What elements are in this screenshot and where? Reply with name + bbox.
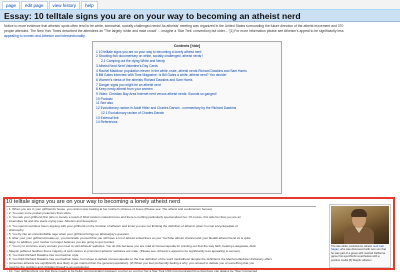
intro-paragraph: Notice to more evidence that atheists' s… bbox=[4, 24, 396, 39]
toc-title[interactable]: Contents [hide] bbox=[96, 44, 278, 49]
tab-view-history[interactable]: view history bbox=[48, 1, 81, 9]
tab-help[interactable]: help bbox=[81, 1, 98, 9]
page-title: Essay: 10 telltale signs you are on your… bbox=[4, 11, 301, 21]
toc-list: 1 10 telltale signs you are on your way … bbox=[96, 50, 278, 125]
image-caption: The late white, evolutionist, atheist ne… bbox=[331, 245, 389, 262]
caption-rest: , who was discovered with own son that h… bbox=[331, 248, 386, 262]
sagan-thumbnail: The late white, evolutionist, atheist ne… bbox=[329, 204, 391, 268]
signs-list: 1. When you are in your girlfriend's hou… bbox=[7, 207, 321, 272]
sagan-photo[interactable] bbox=[331, 206, 389, 244]
tab-edit-page[interactable]: edit page bbox=[21, 1, 48, 9]
section-heading: 10 telltale signs you are on your way to… bbox=[6, 199, 316, 207]
tab-page[interactable]: page bbox=[2, 1, 21, 9]
title-bar: Essay: 10 telltale signs you are on your… bbox=[0, 10, 400, 22]
page-tabs: page edit page view history help bbox=[0, 0, 400, 10]
intro-link[interactable]: appealing to women and Atheism and inter… bbox=[4, 34, 396, 39]
table-of-contents: Contents [hide] 1 10 telltale signs you … bbox=[92, 41, 282, 194]
toc-item[interactable]: 14 References bbox=[96, 120, 278, 125]
